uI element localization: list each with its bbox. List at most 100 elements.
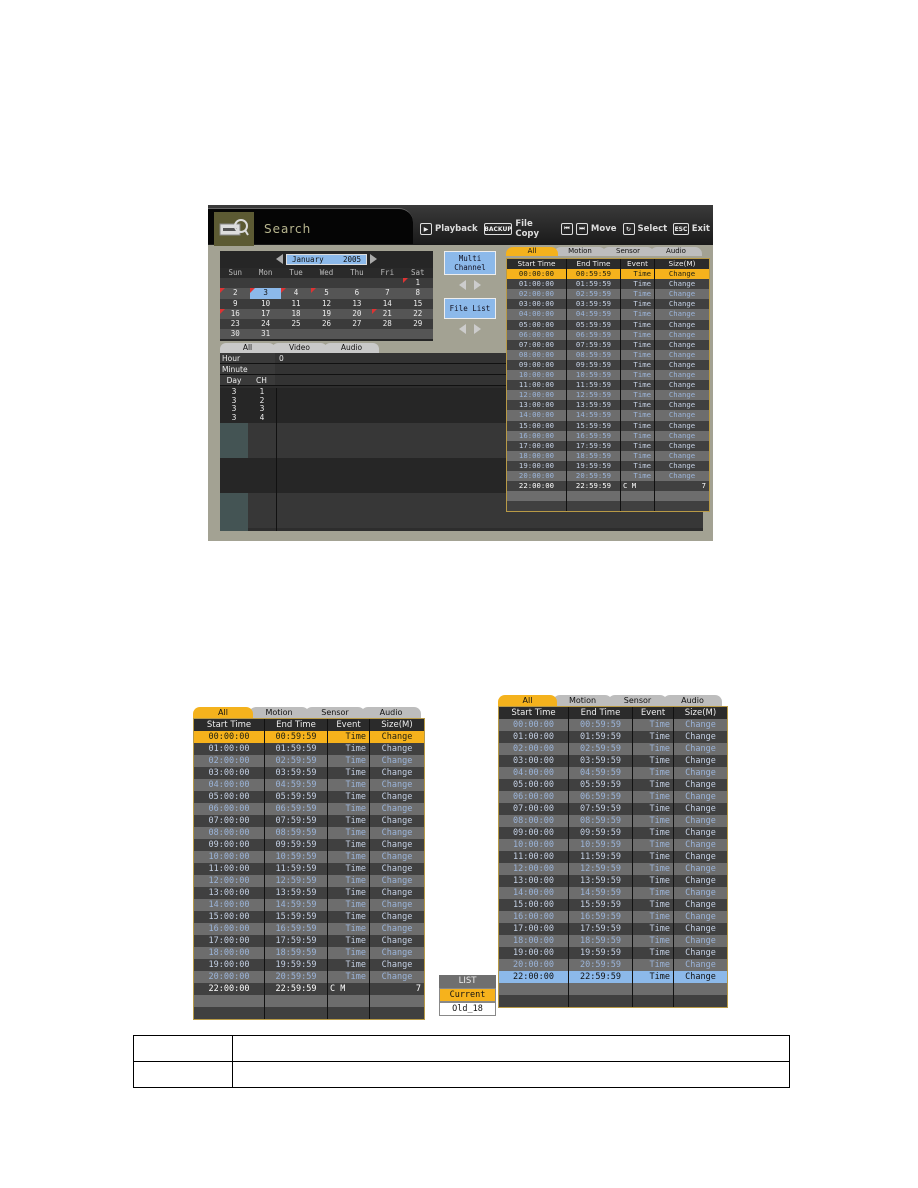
tab-all[interactable]: All [220,343,275,353]
column-header[interactable]: Event [633,707,674,719]
table-row[interactable]: 15:00:00 15:59:59 Time Change [194,911,424,923]
calendar-day[interactable]: 7 [372,288,403,299]
calendar-day[interactable]: 14 [372,298,403,309]
tab-audio[interactable]: Audio [663,695,722,706]
column-header[interactable]: End Time [265,719,328,731]
calendar-day[interactable]: 31 [250,329,281,340]
calendar-day[interactable]: 26 [311,318,342,330]
table-row[interactable]: 19:00:00 19:59:59 Time Change [194,959,424,971]
tab-motion[interactable]: Motion [553,695,612,706]
table-row[interactable]: 11:00:00 11:59:59 Time Change [507,380,709,391]
table-row[interactable]: 08:00:00 08:59:59 Time Change [507,349,709,360]
multi-channel-button[interactable]: Multi Channel [444,251,496,275]
table-row[interactable]: 19:00:00 19:59:59 Time Change [499,947,727,959]
table-row[interactable]: 22:00:00 22:59:59 C M7 [507,481,709,492]
table-row[interactable]: 09:00:00 09:59:59 Time Change [499,827,727,839]
calendar-day[interactable]: 11 [280,298,312,309]
tab-audio[interactable]: Audio [361,707,421,718]
table-row[interactable]: 20:00:00 20:59:59 Time Change [499,959,727,971]
tab-sensor[interactable]: Sensor [305,707,365,718]
month-year-field[interactable]: January 2005 [286,253,367,265]
table-row[interactable]: 00:00:00 00:59:59 Time Change [499,719,727,731]
calendar-day[interactable]: 3 [250,288,281,299]
table-row[interactable]: 22:00:00 22:59:59 Time Change [499,971,727,983]
calendar-day[interactable]: 4 [280,288,312,299]
table-row[interactable]: 20:00:00 20:59:59 Time Change [194,971,424,983]
table-row[interactable]: 18:00:00 18:59:59 Time Change [499,935,727,947]
table-row[interactable]: 07:00:00 07:59:59 Time Change [499,803,727,815]
table-row[interactable]: 13:00:00 13:59:59 Time Change [507,400,709,411]
table-row[interactable]: 09:00:00 09:59:59 Time Change [194,839,424,851]
table-row[interactable]: 01:00:00 01:59:59 Time Change [194,743,424,755]
table-row[interactable]: 13:00:00 13:59:59 Time Change [194,887,424,899]
table-row[interactable]: 05:00:00 05:59:59 Time Change [499,779,727,791]
calendar-day[interactable]: 20 [341,308,373,319]
table-row[interactable]: 15:00:00 15:59:59 Time Change [507,420,709,431]
table-row[interactable]: 14:00:00 14:59:59 Time Change [194,899,424,911]
table-row[interactable]: 13:00:00 13:59:59 Time Change [499,875,727,887]
table-row[interactable]: 22:00:00 22:59:59 C M7 [194,983,424,995]
day-ch-row[interactable]: 32 [220,396,277,406]
table-row[interactable]: 16:00:00 16:59:59 Time Change [507,430,709,441]
column-header[interactable]: Event [621,259,655,270]
tab-audio[interactable]: Audio [324,343,379,353]
table-row[interactable]: 17:00:00 17:59:59 Time Change [507,440,709,451]
right-arrow-icon[interactable] [474,324,481,334]
tab-sensor[interactable]: Sensor [608,695,667,706]
file-list-button[interactable]: File List [444,298,496,319]
calendar-day[interactable]: 27 [341,318,373,330]
table-row[interactable]: 10:00:00 10:59:59 Time Change [194,851,424,863]
calendar-day[interactable]: 15 [402,298,433,309]
list-item-current[interactable]: Current [439,988,496,1002]
table-row[interactable]: 04:00:00 04:59:59 Time Change [499,767,727,779]
column-header[interactable]: Start Time [194,719,265,731]
table-row[interactable]: 15:00:00 15:59:59 Time Change [499,899,727,911]
table-row[interactable]: 03:00:00 03:59:59 Time Change [194,767,424,779]
table-row[interactable]: 16:00:00 16:59:59 Time Change [499,911,727,923]
tab-motion[interactable]: Motion [249,707,309,718]
table-row[interactable]: 04:00:00 04:59:59 Time Change [507,309,709,320]
calendar-day[interactable]: 5 [311,288,342,299]
calendar-day[interactable]: 28 [372,318,403,330]
tab-all[interactable]: All [193,707,253,718]
calendar-day[interactable]: 8 [402,288,433,299]
table-row[interactable]: 12:00:00 12:59:59 Time Change [507,390,709,401]
tab-video[interactable]: Video [272,343,327,353]
table-row[interactable]: 20:00:00 20:59:59 Time Change [507,470,709,482]
prev-month-icon[interactable] [276,254,283,264]
column-header[interactable]: Event [328,719,370,731]
table-row[interactable]: 14:00:00 14:59:59 Time Change [507,410,709,421]
right-arrow-icon[interactable] [474,280,481,290]
table-row[interactable]: 02:00:00 02:59:59 Time Change [194,755,424,767]
table-row[interactable]: 08:00:00 08:59:59 Time Change [499,815,727,827]
table-row[interactable]: 14:00:00 14:59:59 Time Change [499,887,727,899]
table-row[interactable]: 00:00:00 00:59:59 Time Change [194,731,424,743]
table-row[interactable]: 01:00:00 01:59:59 Time Change [499,731,727,743]
tab-all[interactable]: All [498,695,557,706]
table-row[interactable]: 01:00:00 01:59:59 Time Change [507,279,709,290]
column-header[interactable]: Size(M) [655,259,709,270]
calendar-day[interactable]: 10 [250,298,281,309]
column-header[interactable]: End Time [569,707,633,719]
column-header[interactable]: Start Time [499,707,569,719]
table-row[interactable]: 02:00:00 02:59:59 Time Change [499,743,727,755]
calendar-day[interactable]: 16 [220,308,251,319]
calendar-day[interactable]: 9 [220,298,251,309]
table-row[interactable]: 06:00:00 06:59:59 Time Change [499,791,727,803]
column-header[interactable]: Start Time [507,259,567,270]
table-row[interactable]: 03:00:00 03:59:59 Time Change [499,755,727,767]
table-row[interactable]: 02:00:00 02:59:59 Time Change [507,289,709,300]
column-header[interactable]: End Time [567,259,621,270]
calendar-day[interactable]: 23 [220,318,251,330]
table-row[interactable]: 08:00:00 08:59:59 Time Change [194,827,424,839]
table-row[interactable]: 07:00:00 07:59:59 Time Change [507,339,709,350]
calendar-day[interactable]: 19 [311,308,342,319]
table-row[interactable]: 10:00:00 10:59:59 Time Change [499,839,727,851]
table-row[interactable]: 16:00:00 16:59:59 Time Change [194,923,424,935]
calendar-day[interactable]: 12 [311,298,342,309]
calendar-day[interactable]: 30 [220,329,251,340]
calendar-day[interactable]: 29 [402,318,433,330]
table-row[interactable]: 00:00:00 00:59:59 Time Change [507,269,709,280]
table-row[interactable]: 09:00:00 09:59:59 Time Change [507,359,709,371]
table-row[interactable]: 10:00:00 10:59:59 Time Change [507,370,709,381]
